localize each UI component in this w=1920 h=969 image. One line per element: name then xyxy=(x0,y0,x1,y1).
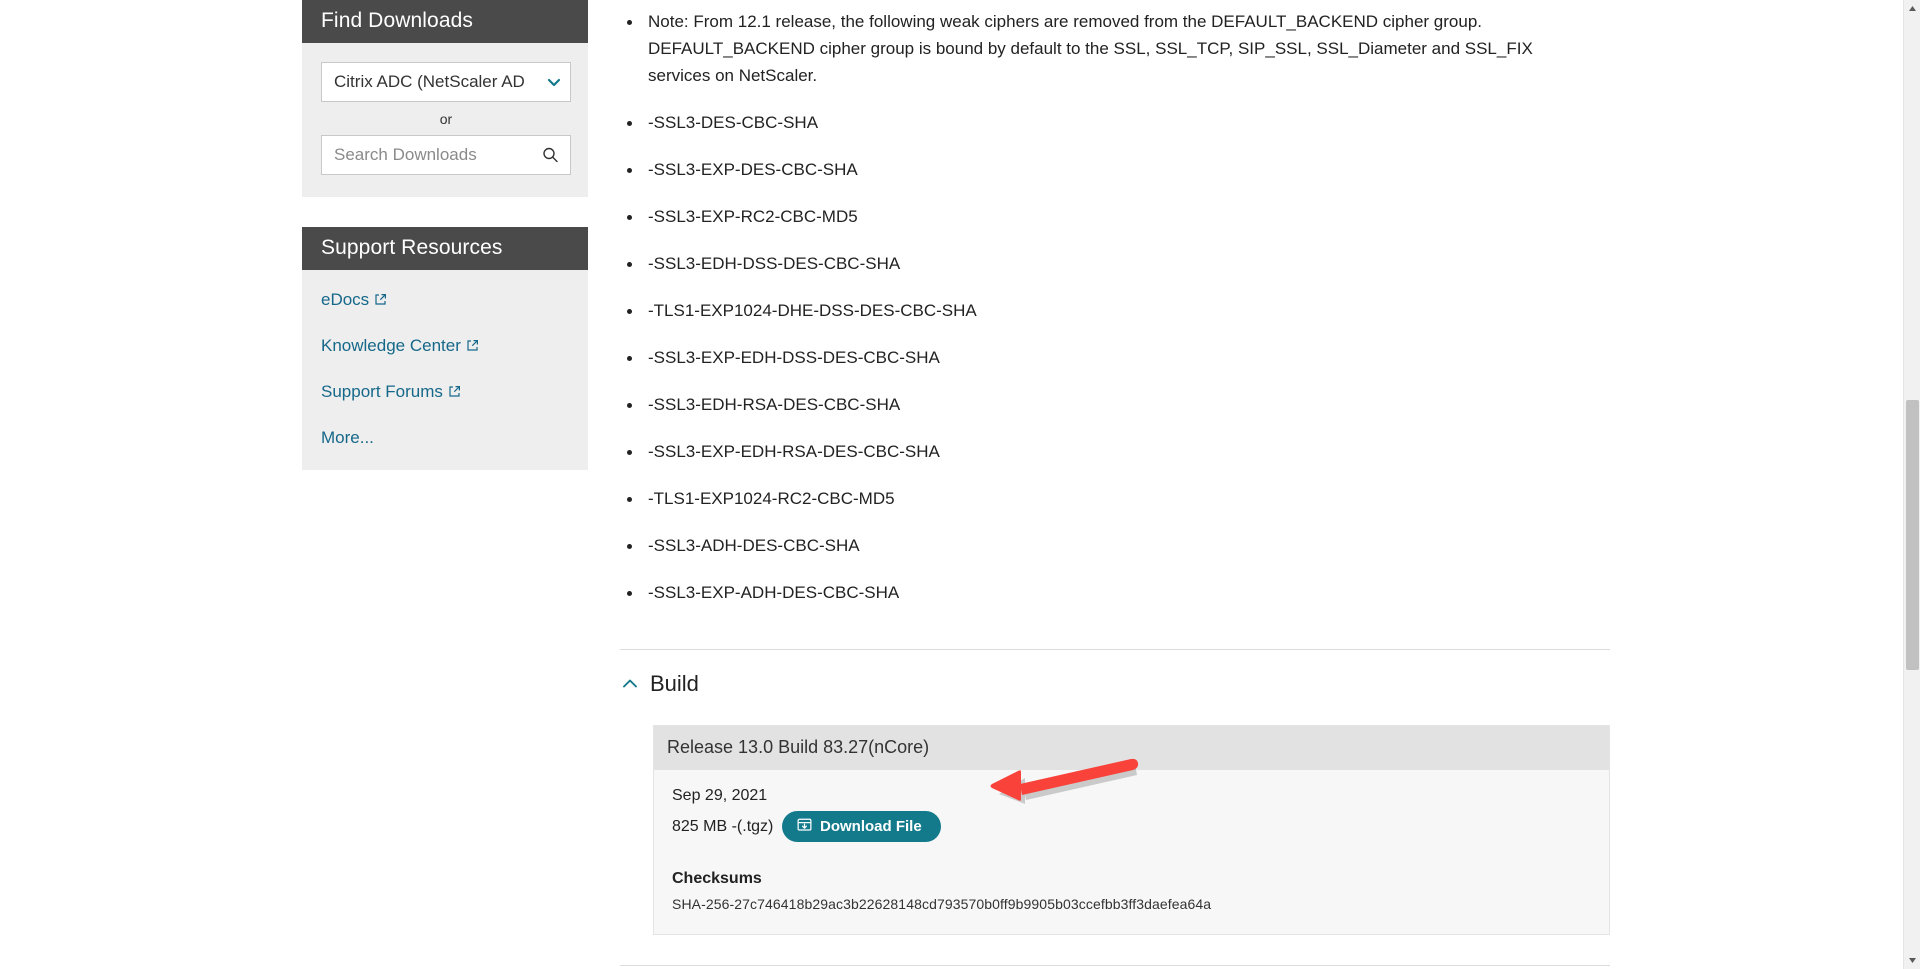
find-downloads-header: Find Downloads xyxy=(302,0,588,43)
sidebar-link-label: Support Forums xyxy=(321,382,443,401)
product-select-value: Citrix ADC (NetScaler AD xyxy=(334,72,525,91)
external-link-icon xyxy=(374,291,387,311)
external-link-icon xyxy=(448,383,461,403)
sidebar-link-knowledge-center[interactable]: Knowledge Center xyxy=(321,336,569,357)
sidebar-link-label: Knowledge Center xyxy=(321,336,461,355)
cipher-list-item: -SSL3-EXP-DES-CBC-SHA xyxy=(620,156,1610,183)
cipher-list-item: -SSL3-EDH-RSA-DES-CBC-SHA xyxy=(620,391,1610,418)
cipher-list-item: -SSL3-EXP-RC2-CBC-MD5 xyxy=(620,203,1610,230)
cipher-list-item: -SSL3-DES-CBC-SHA xyxy=(620,109,1610,136)
sidebar: Find Downloads Citrix ADC (NetScaler AD … xyxy=(302,0,588,500)
main-content: Note: From 12.1 release, the following w… xyxy=(620,0,1610,969)
download-file-button[interactable]: Download File xyxy=(782,811,941,842)
section-divider xyxy=(620,965,1610,966)
build-card: Release 13.0 Build 83.27(nCore) Sep 29, … xyxy=(653,725,1610,935)
build-card-body: Sep 29, 2021 825 MB -(.tgz) Download Fil… xyxy=(654,770,1609,934)
build-download-row: 825 MB -(.tgz) Download File xyxy=(672,811,1609,842)
support-resources-panel: Support Resources eDocs Knowledge Center xyxy=(302,227,588,470)
triangle-up-icon[interactable] xyxy=(1904,0,1920,17)
chevron-down-icon xyxy=(546,74,562,90)
cipher-list-item: -SSL3-EXP-EDH-DSS-DES-CBC-SHA xyxy=(620,344,1610,371)
sidebar-link-label: eDocs xyxy=(321,290,370,309)
cipher-list-item: -SSL3-EXP-ADH-DES-CBC-SHA xyxy=(620,579,1610,606)
build-card-header: Release 13.0 Build 83.27(nCore) xyxy=(654,726,1609,770)
download-box-icon xyxy=(797,817,812,836)
external-link-icon xyxy=(466,337,479,357)
cipher-list-item: -TLS1-EXP1024-DHE-DSS-DES-CBC-SHA xyxy=(620,297,1610,324)
chevron-up-icon xyxy=(620,674,642,694)
downloads-page: Find Downloads Citrix ADC (NetScaler AD … xyxy=(0,0,1920,969)
checksum-value: SHA-256-27c746418b29ac3b22628148cd793570… xyxy=(672,896,1212,912)
sidebar-link-more[interactable]: More... xyxy=(321,428,569,448)
sidebar-link-support-forums[interactable]: Support Forums xyxy=(321,382,569,403)
or-label: or xyxy=(439,111,453,127)
triangle-down-icon[interactable] xyxy=(1904,952,1920,969)
sidebar-link-edocs[interactable]: eDocs xyxy=(321,290,569,311)
page-scrollbar[interactable] xyxy=(1903,0,1920,969)
note-text: Note: From 12.1 release, the following w… xyxy=(620,8,1595,89)
cipher-list-item: -TLS1-EXP1024-RC2-CBC-MD5 xyxy=(620,485,1610,512)
build-date: Sep 29, 2021 xyxy=(672,787,768,804)
cipher-list-item: -SSL3-EDH-DSS-DES-CBC-SHA xyxy=(620,250,1610,277)
cipher-notes-list: Note: From 12.1 release, the following w… xyxy=(620,8,1610,606)
scrollbar-thumb[interactable] xyxy=(1906,400,1919,670)
checksums-title: Checksums xyxy=(672,870,762,887)
search-input[interactable] xyxy=(322,137,527,173)
build-section-toggle[interactable]: Build xyxy=(620,671,1610,697)
product-select[interactable]: Citrix ADC (NetScaler AD xyxy=(321,62,571,102)
cipher-list-item: -SSL3-ADH-DES-CBC-SHA xyxy=(620,532,1610,559)
support-resources-header: Support Resources xyxy=(302,227,588,270)
search-icon[interactable] xyxy=(542,147,559,164)
cipher-list-item: -SSL3-EXP-EDH-RSA-DES-CBC-SHA xyxy=(620,438,1610,465)
find-downloads-body: Citrix ADC (NetScaler AD or xyxy=(302,43,588,197)
sidebar-link-label: More... xyxy=(321,428,374,447)
build-file-size: 825 MB -(.tgz) xyxy=(672,817,774,835)
build-section-title: Build xyxy=(650,671,699,696)
download-file-label: Download File xyxy=(820,818,922,835)
search-downloads-wrap[interactable] xyxy=(321,135,571,175)
section-divider xyxy=(620,649,1610,650)
find-downloads-panel: Find Downloads Citrix ADC (NetScaler AD … xyxy=(302,0,588,197)
support-resources-body: eDocs Knowledge Center Support Forums Mo… xyxy=(302,270,588,470)
